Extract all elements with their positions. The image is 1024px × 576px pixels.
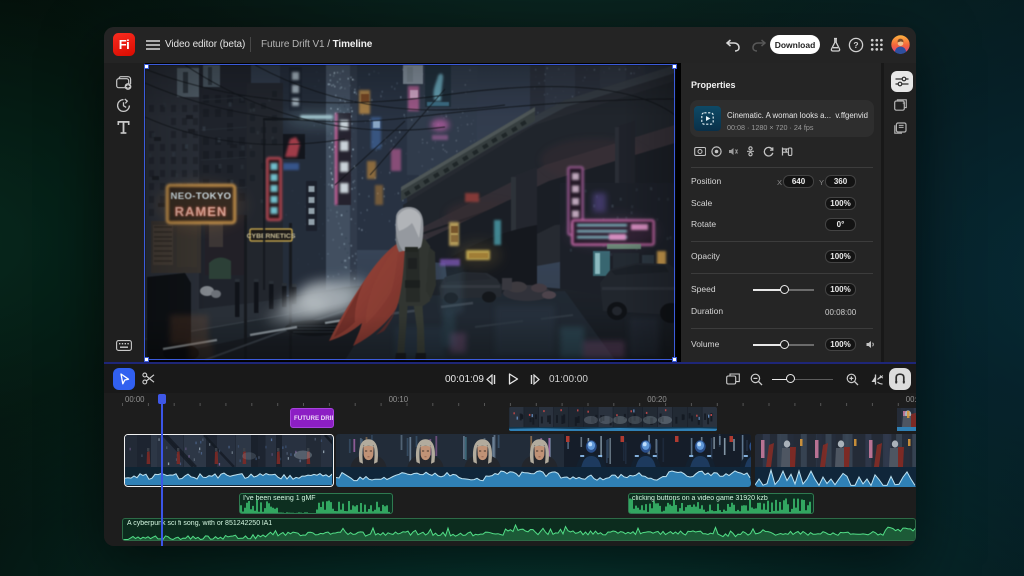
- svg-text:00:00: 00:00: [125, 395, 145, 404]
- svg-text:00:: 00:: [906, 395, 916, 404]
- svg-text:00:20: 00:20: [647, 395, 667, 404]
- svg-text:00:10: 00:10: [389, 395, 409, 404]
- svg-text:?: ?: [853, 40, 858, 50]
